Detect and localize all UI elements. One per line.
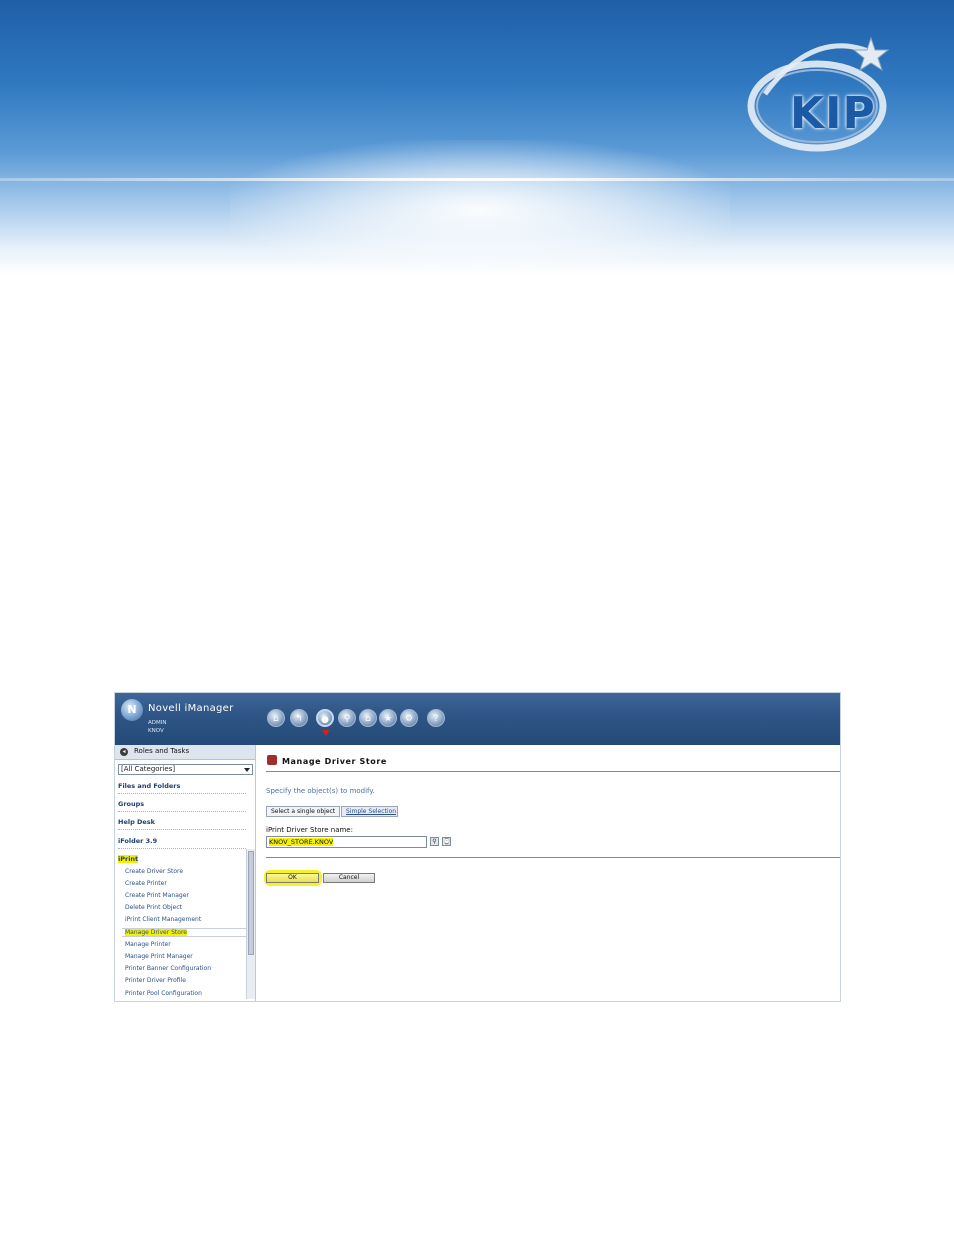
task-create-print-manager[interactable]: Create Print Manager — [125, 892, 189, 899]
task-manage-print-manager[interactable]: Manage Print Manager — [125, 953, 193, 960]
tree-name: KNOV — [148, 728, 164, 734]
roles-tasks-panel: ◂ Roles and Tasks [All Categories] Files… — [115, 745, 256, 1001]
task-create-driver-store[interactable]: Create Driver Store — [125, 868, 183, 875]
instruction-text: Specify the object(s) to modify. — [266, 787, 375, 795]
roles-tasks-header: ◂ Roles and Tasks — [115, 745, 255, 760]
roles-icon[interactable]: ● — [316, 709, 334, 727]
back-icon[interactable]: ↰ — [290, 709, 308, 727]
category-ifolder[interactable]: iFolder 3.9 — [118, 837, 246, 849]
favorites-icon[interactable]: ⌂ — [359, 709, 377, 727]
user-name: ADMIN — [148, 720, 167, 726]
home-icon[interactable]: ⌂ — [267, 709, 285, 727]
task-iprint-client-management[interactable]: iPrint Client Management — [125, 916, 201, 923]
task-manage-driver-store-label: Manage Driver Store — [125, 929, 187, 936]
content-area: Manage Driver Store Specify the object(s… — [257, 745, 840, 1001]
task-printer-banner-configuration[interactable]: Printer Banner Configuration — [125, 965, 211, 972]
cancel-button[interactable]: Cancel — [323, 873, 375, 883]
view-icon[interactable]: ⚲ — [338, 709, 356, 727]
kip-logo-text: KIP — [790, 88, 876, 139]
driver-store-name-label: iPrint Driver Store name: — [266, 826, 353, 834]
imanager-screenshot: N Novell iManager ADMIN KNOV ⌂ ↰ ● ⚲ ⌂ ★… — [114, 692, 841, 1002]
banner-glow — [230, 140, 730, 280]
app-title: Novell iManager — [148, 703, 234, 714]
driver-store-name-value: KNOV_STORE.KNOV — [269, 838, 334, 846]
object-selector-icon[interactable]: ⚲ — [430, 837, 439, 846]
task-manage-driver-store[interactable]: Manage Driver Store — [122, 928, 249, 937]
category-select[interactable]: [All Categories] — [118, 764, 253, 775]
task-delete-print-object[interactable]: Delete Print Object — [125, 904, 182, 911]
title-divider — [266, 771, 840, 772]
ok-button[interactable]: OK — [266, 873, 319, 883]
category-select-value: [All Categories] — [121, 765, 176, 773]
category-help-desk[interactable]: Help Desk — [118, 818, 246, 830]
active-indicator-icon — [322, 730, 330, 736]
novell-logo-icon: N — [121, 699, 143, 721]
help-icon[interactable]: ? — [427, 709, 445, 727]
form-divider — [266, 857, 840, 858]
task-printer-driver-profile[interactable]: Printer Driver Profile — [125, 977, 186, 984]
tab-simple-selection[interactable]: Simple Selection — [341, 806, 398, 817]
task-printer-pool-configuration[interactable]: Printer Pool Configuration — [125, 990, 202, 997]
sidebar-scrollbar[interactable] — [246, 849, 255, 999]
category-files-folders[interactable]: Files and Folders — [118, 782, 246, 794]
category-groups[interactable]: Groups — [118, 800, 246, 812]
driver-store-name-field[interactable]: KNOV_STORE.KNOV — [266, 836, 427, 848]
chevron-down-icon — [244, 768, 250, 772]
object-history-icon[interactable]: ⌚ — [442, 837, 451, 846]
task-create-printer[interactable]: Create Printer — [125, 880, 167, 887]
collapse-icon[interactable]: ◂ — [120, 748, 128, 756]
category-iprint[interactable]: iPrint — [118, 855, 246, 866]
banner-divider — [0, 178, 954, 181]
driver-store-icon — [267, 755, 277, 765]
roles-tasks-title: Roles and Tasks — [134, 747, 190, 755]
tab-select-single-object[interactable]: Select a single object — [266, 806, 340, 817]
imanager-header: N Novell iManager ADMIN KNOV ⌂ ↰ ● ⚲ ⌂ ★… — [115, 693, 840, 745]
scrollbar-thumb[interactable] — [248, 851, 254, 955]
category-iprint-label: iPrint — [118, 855, 139, 863]
task-manage-printer[interactable]: Manage Printer — [125, 941, 171, 948]
star-icon[interactable]: ★ — [379, 709, 397, 727]
configure-icon[interactable]: ⚙ — [400, 709, 418, 727]
page-title: Manage Driver Store — [282, 757, 387, 766]
